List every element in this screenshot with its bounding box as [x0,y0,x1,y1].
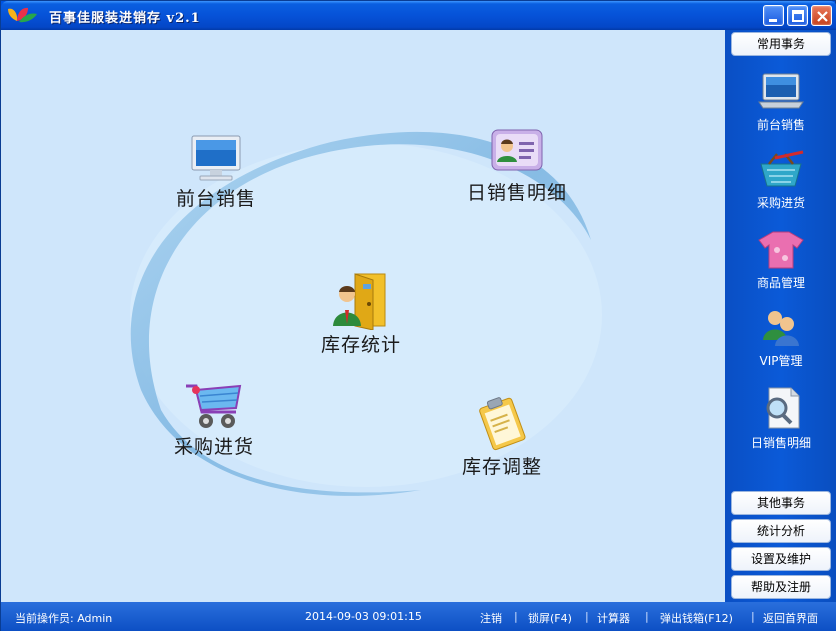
settings-maintenance-button[interactable]: 设置及维护 [731,547,831,571]
main-panel: 前台销售 日销售明细 库存统计 采购进货 库存调整 [1,30,725,602]
purchase-label: 采购进货 [173,436,254,458]
common-tasks-button[interactable]: 常用事务 [731,32,831,56]
return-home-link[interactable]: 返回首界面 [763,610,818,626]
app-window: 百事佳服装进销存 v2.1 前台销售 日销售明细 库存统计 采购进货 库存调整 … [0,0,836,631]
status-separator: | [751,610,755,623]
sidebar-item-label: 日销售明细 [750,436,811,450]
sidebar-item-label: VIP管理 [759,354,803,368]
lock-screen-link[interactable]: 锁屏(F4) [528,610,572,626]
title-bar[interactable]: 百事佳服装进销存 v2.1 [1,1,836,30]
logout-link[interactable]: 注销 [480,610,502,626]
sidebar-item-purchase[interactable]: 采购进货 [725,150,836,211]
help-register-button[interactable]: 帮助及注册 [731,575,831,599]
open-cash-drawer-link[interactable]: 弹出钱箱(F12) [660,610,733,626]
sidebar-item-label: 前台销售 [756,118,805,132]
sidebar-item-label: 采购进货 [756,196,805,210]
daily-sales-detail-shortcut[interactable]: 日销售明细 [447,126,587,205]
purchase-shortcut[interactable]: 采购进货 [159,376,269,459]
operator-label: 当前操作员: Admin [15,612,113,625]
inventory-stats-label: 库存统计 [320,334,401,356]
daily-sales-detail-label: 日销售明细 [466,182,567,204]
close-button[interactable] [811,5,832,26]
inventory-stats-shortcut[interactable]: 库存统计 [306,270,416,357]
status-separator: | [514,610,518,623]
document-search-icon [766,387,800,429]
status-separator: | [585,610,589,623]
laptop-icon [758,73,804,109]
inventory-adjust-shortcut[interactable]: 库存调整 [447,394,557,479]
tshirt-icon [758,231,804,269]
clipboard-icon [479,397,526,451]
front-sales-label: 前台销售 [175,188,256,210]
id-card-icon [491,129,543,171]
sidebar: 常用事务 前台销售 采购进货 商品管理 VIP管理 日销售明细 其他事务 统计分… [725,30,836,602]
sidebar-item-daily-sales[interactable]: 日销售明细 [725,386,836,451]
maximize-icon [792,10,804,22]
minimize-button[interactable] [763,5,784,26]
statistics-button[interactable]: 统计分析 [731,519,831,543]
shopping-cart-icon [186,384,242,428]
front-sales-shortcut[interactable]: 前台销售 [161,132,271,211]
close-icon [817,11,828,22]
minimize-icon [769,19,777,22]
sidebar-item-products[interactable]: 商品管理 [725,230,836,291]
sidebar-item-label: 商品管理 [756,276,805,290]
sidebar-item-front-sales[interactable]: 前台销售 [725,72,836,133]
maximize-button[interactable] [787,5,808,26]
window-title: 百事佳服装进销存 v2.1 [49,11,201,26]
other-tasks-button[interactable]: 其他事务 [731,491,831,515]
basket-icon [760,150,804,187]
monitor-icon [191,135,241,181]
status-bar: 当前操作员: Admin 2014-09-03 09:01:15 注销 | 锁屏… [1,602,836,631]
datetime-label: 2014-09-03 09:01:15 [305,610,422,623]
door-person-icon [333,273,386,330]
sidebar-item-vip[interactable]: VIP管理 [725,308,836,369]
users-icon [763,311,799,346]
calculator-link[interactable]: 计算器 [597,610,630,626]
app-logo-icon [8,7,37,23]
status-separator: | [645,610,649,623]
inventory-adjust-label: 库存调整 [461,456,542,478]
